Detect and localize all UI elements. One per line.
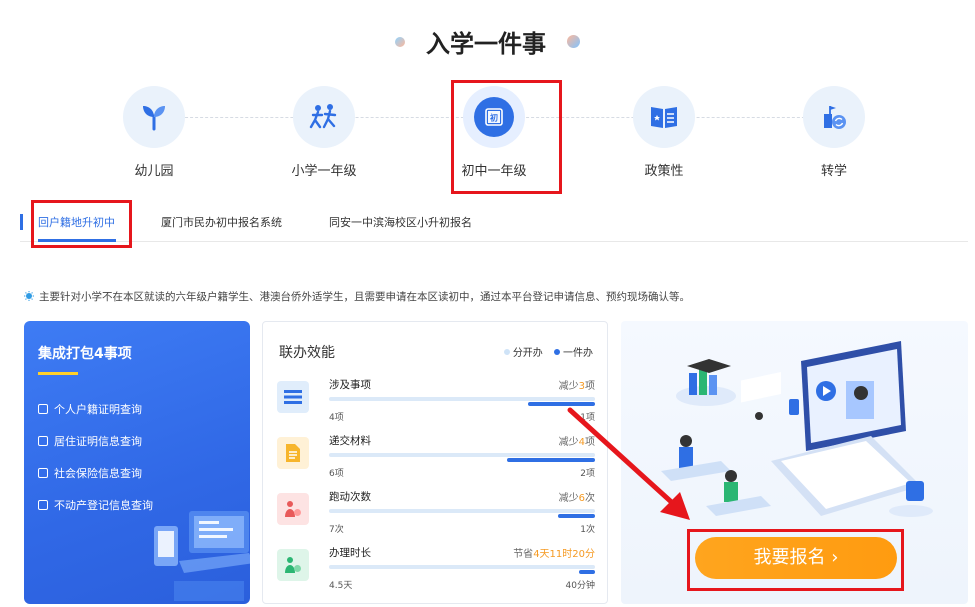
bar-integrated-fill [579,570,595,574]
category-circle [123,86,185,148]
category-label: 政策性 [644,164,684,179]
tab-xiamen-private-junior[interactable]: 厦门市民办初中报名系统 [161,214,282,230]
insurance-doc-icon [38,468,48,478]
tab-tongan-binhai[interactable]: 同安一中滨海校区小升初报名 [329,214,472,230]
package-item-property[interactable]: 不动产登记信息查询 [38,497,153,513]
category-circle [633,86,695,148]
category-transfer[interactable]: 转学 [779,86,889,179]
junior-school-book-icon: 初 [485,108,503,126]
bar-separate [329,453,595,457]
efficiency-legend: 分开办 一件办 [496,344,593,359]
row-reduce: 节省4天11时20分 [513,549,595,560]
row-value-separate: 4.5天 [329,581,353,591]
row-name: 递交材料 [329,435,371,447]
tab-bar: 回户籍地升初中 厦门市民办初中报名系统 同安一中滨海校区小升初报名 [20,206,968,242]
children-running-icon [309,104,337,129]
efficiency-row-visits: 跑动次数 减少6次 7次 1次 [277,489,595,537]
notice-text: 主要针对小学不在本区就读的六年级户籍学生、港澳台侨外适学生，且需要申请在本区读初… [39,291,690,303]
transfer-icon [824,106,846,129]
package-title-bar [38,372,78,375]
package-item-insurance[interactable]: 社会保险信息查询 [38,465,142,481]
category-circle [293,86,355,148]
laptop-illustration [154,511,250,601]
row-value-separate: 7次 [329,525,344,535]
legend-dot-separate [503,349,510,355]
row-reduce: 减少3项 [558,381,595,392]
policy-book-icon [651,107,677,128]
decor-dot-right [567,35,581,48]
property-icon [38,500,48,510]
package-item-residence[interactable]: 居住证明信息查询 [38,433,142,449]
category-label: 小学一年级 [291,164,357,179]
package-item-label: 不动产登记信息查询 [54,499,153,512]
row-value-separate: 6项 [329,469,344,479]
efficiency-title: 联办效能 [279,345,335,361]
notice: 主要针对小学不在本区就读的六年级户籍学生、港澳台侨外适学生，且需要申请在本区读初… [24,289,690,304]
package-title: 集成打包4事项 [38,346,132,362]
efficiency-card: 联办效能 分开办 一件办 涉及事项 减少3项 4项 1项 递交材料 减少4项 6… [262,321,608,604]
residence-card-icon [38,436,48,446]
bar-integrated [329,570,595,574]
bar-integrated [329,402,595,406]
category-policy[interactable]: 政策性 [609,86,719,179]
bar-separate [329,565,595,569]
id-card-icon [38,404,48,414]
list-icon [277,381,309,413]
category-circle [803,86,865,148]
bar-separate [329,397,595,401]
tab-marker [20,214,23,230]
package-card: 集成打包4事项 个人户籍证明查询 居住证明信息查询 社会保险信息查询 不动产登记… [24,321,250,604]
category-circle: 初 [463,86,525,148]
page: 入学一件事 幼儿园 小学一年级 初 初中一年级 政策性 转学 回户籍地升初中 厦… [0,0,975,607]
package-item-label: 居住证明信息查询 [54,435,142,448]
decor-dot-left [394,36,405,47]
highlight-box-cta [687,529,904,591]
category-primary-grade1[interactable]: 小学一年级 [269,86,379,179]
category-label: 转学 [820,164,847,179]
efficiency-row-items: 涉及事项 减少3项 4项 1项 [277,377,595,425]
row-value-separate: 4项 [329,413,344,423]
row-name: 涉及事项 [329,379,371,391]
bar-integrated [329,514,595,518]
sprout-icon [143,106,165,131]
title-row: 入学一件事 [0,24,975,59]
row-name: 办理时长 [329,547,371,559]
bar-separate [329,509,595,513]
bar-integrated [329,458,595,462]
legend-label-separate: 分开办 [512,348,543,359]
icon-text: 初 [490,113,498,123]
active-icon-bg: 初 [474,97,514,137]
pointer-arrow [567,407,690,520]
row-value-integrated: 40分钟 [565,581,595,591]
efficiency-row-materials: 递交材料 减少4项 6项 2项 [277,433,595,481]
person-walk-icon [277,493,309,525]
package-item-household[interactable]: 个人户籍证明查询 [38,401,142,417]
efficiency-row-duration: 办理时长 节省4天11时20分 4.5天 40分钟 [277,545,595,593]
package-item-label: 个人户籍证明查询 [54,403,142,416]
category-label: 幼儿园 [134,164,174,179]
highlight-box-tab [31,200,132,248]
category-kindergarten[interactable]: 幼儿园 [99,86,209,179]
legend-dot-integrated [554,349,560,355]
bulb-icon [24,291,34,301]
row-name: 跑动次数 [329,491,371,503]
legend-label-integrated: 一件办 [563,348,593,359]
page-title: 入学一件事 [426,30,546,58]
person-clock-icon [277,549,309,581]
document-icon [277,437,309,469]
package-item-label: 社会保险信息查询 [54,467,142,480]
